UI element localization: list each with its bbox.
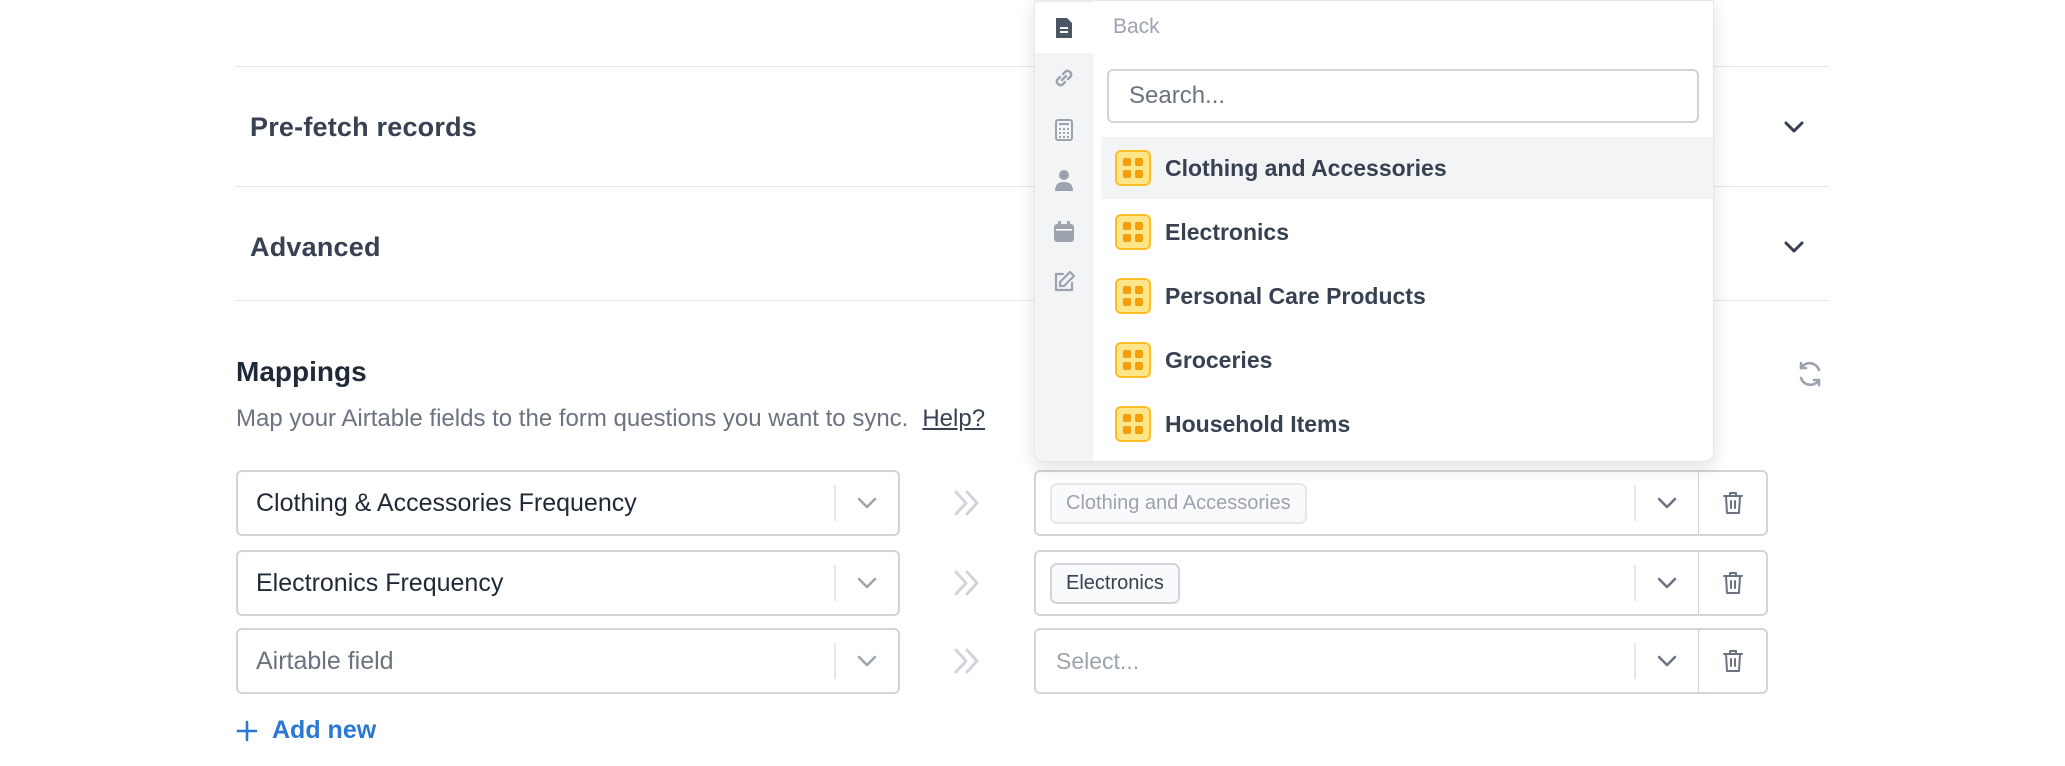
- option-item[interactable]: Electronics: [1101, 201, 1713, 263]
- delete-row-button[interactable]: [1698, 470, 1768, 536]
- airtable-field-select[interactable]: Airtable field: [236, 628, 900, 694]
- option-item[interactable]: Clothing and Accessories: [1101, 137, 1713, 199]
- form-question-select[interactable]: Electronics: [1034, 550, 1700, 616]
- form-question-placeholder: Select...: [1056, 647, 1140, 674]
- double-chevron-right-icon: [954, 570, 979, 596]
- help-link[interactable]: Help?: [922, 405, 985, 432]
- chevron-down-icon[interactable]: [1636, 630, 1698, 692]
- grid-icon: [1115, 406, 1151, 442]
- edit-icon[interactable]: [1035, 257, 1093, 307]
- double-chevron-right-icon: [954, 648, 979, 674]
- option-item[interactable]: Household Items: [1101, 393, 1713, 455]
- add-new-label: Add new: [272, 716, 377, 744]
- calculator-icon[interactable]: [1035, 105, 1093, 155]
- grid-icon: [1115, 278, 1151, 314]
- search-input[interactable]: [1107, 69, 1699, 123]
- chevron-down-icon[interactable]: [1636, 472, 1698, 534]
- trash-icon: [1722, 650, 1743, 672]
- option-label: Personal Care Products: [1165, 282, 1426, 309]
- option-label: Groceries: [1165, 346, 1273, 373]
- form-question-select[interactable]: Select...: [1034, 628, 1700, 694]
- trash-icon: [1722, 572, 1743, 594]
- calendar-icon[interactable]: [1035, 207, 1093, 257]
- airtable-field-select[interactable]: Clothing & Accessories Frequency: [236, 470, 900, 536]
- refresh-icon[interactable]: [1790, 354, 1830, 394]
- document-icon[interactable]: [1035, 3, 1093, 53]
- section-title: Advanced: [250, 231, 381, 262]
- mappings-title: Mappings: [236, 356, 367, 387]
- mappings-description-text: Map your Airtable fields to the form que…: [236, 405, 909, 432]
- chevron-down-icon[interactable]: [1774, 107, 1814, 147]
- airtable-field-placeholder: Airtable field: [256, 646, 394, 675]
- field-type-rail: [1035, 1, 1093, 461]
- chevron-down-icon[interactable]: [836, 630, 898, 692]
- airtable-field-value: Electronics Frequency: [256, 568, 504, 597]
- double-chevron-right-icon: [954, 490, 979, 516]
- grid-icon: [1115, 342, 1151, 378]
- back-link[interactable]: Back: [1113, 15, 1160, 39]
- plus-icon: [236, 720, 258, 741]
- trash-icon: [1722, 492, 1743, 514]
- selected-chip: Electronics: [1050, 562, 1180, 604]
- field-picker-dropdown: Back Clothing and Accessories Electronic…: [1034, 0, 1714, 462]
- delete-row-button[interactable]: [1698, 628, 1768, 694]
- chip-container: Clothing and Accessories: [1036, 482, 1634, 524]
- mapping-row: Clothing & Accessories Frequency Clothin…: [236, 470, 1768, 536]
- chevron-down-icon[interactable]: [1636, 552, 1698, 614]
- option-label: Household Items: [1165, 410, 1351, 437]
- mapping-row: Electronics Frequency Electronics: [236, 550, 1768, 616]
- link-icon[interactable]: [1035, 53, 1093, 103]
- chevron-down-icon[interactable]: [836, 552, 898, 614]
- mappings-description: Map your Airtable fields to the form que…: [236, 405, 985, 433]
- grid-icon: [1115, 150, 1151, 186]
- form-question-select[interactable]: Clothing and Accessories: [1034, 470, 1700, 536]
- mapping-row: Airtable field Select...: [236, 628, 1768, 694]
- option-label: Clothing and Accessories: [1165, 154, 1447, 181]
- selected-chip: Clothing and Accessories: [1050, 482, 1307, 524]
- add-new-button[interactable]: Add new: [236, 716, 376, 745]
- option-item[interactable]: Groceries: [1101, 329, 1713, 391]
- option-label: Electronics: [1165, 218, 1289, 245]
- grid-icon: [1115, 214, 1151, 250]
- delete-row-button[interactable]: [1698, 550, 1768, 616]
- person-icon[interactable]: [1035, 155, 1093, 205]
- airtable-field-select[interactable]: Electronics Frequency: [236, 550, 900, 616]
- option-item[interactable]: Personal Care Products: [1101, 265, 1713, 327]
- chevron-down-icon[interactable]: [836, 472, 898, 534]
- chevron-down-icon[interactable]: [1774, 227, 1814, 267]
- chip-container: Electronics: [1036, 562, 1634, 604]
- airtable-field-value: Clothing & Accessories Frequency: [256, 488, 637, 517]
- section-title: Pre-fetch records: [250, 111, 477, 142]
